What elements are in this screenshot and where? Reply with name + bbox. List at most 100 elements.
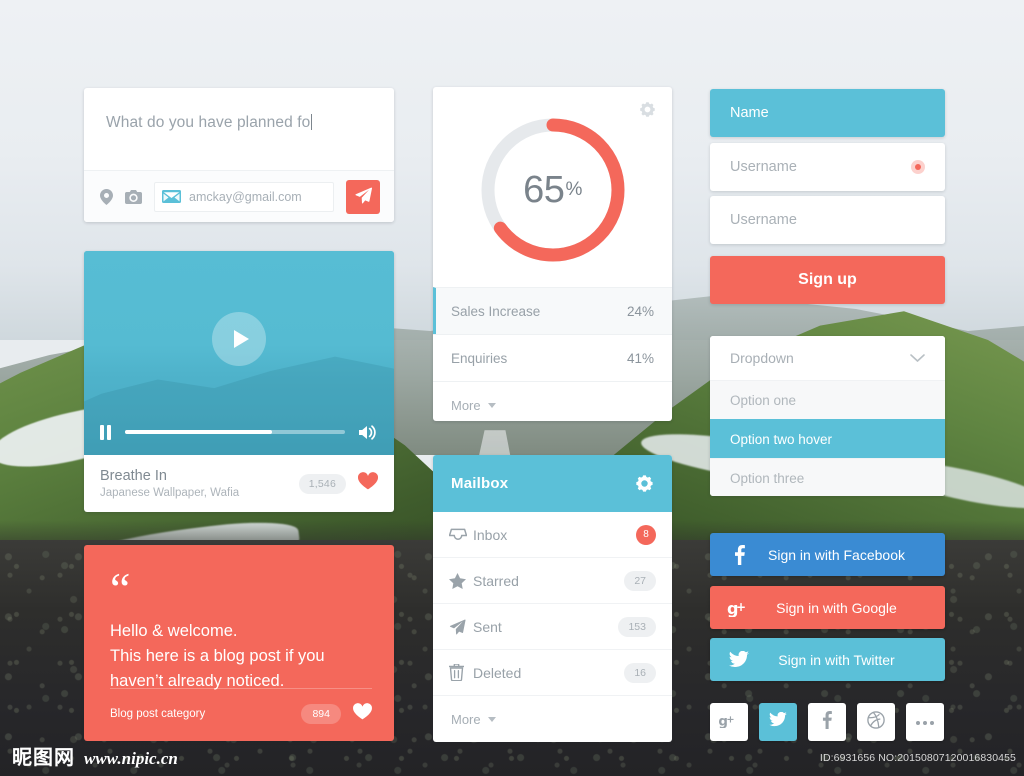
facebook-icon (822, 710, 832, 734)
email-value: amckay@gmail.com (189, 189, 302, 204)
seek-bar[interactable] (125, 430, 345, 434)
twitter-icon (769, 711, 787, 732)
percent-number: 65 (523, 168, 565, 211)
donut-chart-wrap: 65% (433, 87, 672, 287)
dropdown-option[interactable]: Option three (710, 458, 945, 496)
seek-progress (125, 430, 273, 434)
caret-down-icon (487, 717, 496, 722)
mailbox-row-sent[interactable]: Sent 153 (433, 604, 672, 650)
stat-row[interactable]: Enquiries 41% (433, 334, 672, 381)
username-field-2[interactable]: Username (710, 196, 945, 244)
dribbble-icon (867, 710, 885, 734)
play-button[interactable] (212, 312, 266, 366)
dropdown-option[interactable]: Option two hover (710, 419, 945, 458)
caret-down-icon (487, 402, 496, 408)
play-icon (234, 330, 249, 348)
trash-icon (449, 664, 473, 681)
stat-row-label: Sales Increase (451, 303, 541, 319)
heart-icon[interactable] (357, 472, 379, 495)
sign-in-google-label: Sign in with Google (776, 599, 897, 616)
mailbox-row-label: Starred (473, 572, 519, 589)
mailbox-more-label: More (451, 712, 481, 727)
sign-in-facebook-button[interactable]: Sign in with Facebook (710, 533, 945, 576)
sign-in-facebook-label: Sign in with Facebook (768, 546, 905, 563)
mailbox-more-button[interactable]: More (433, 696, 672, 743)
svg-text:+: + (736, 600, 746, 614)
username-field-1[interactable]: Username (710, 143, 945, 191)
compose-textarea[interactable]: What do you have planned fo (84, 88, 394, 132)
gear-icon[interactable] (639, 101, 656, 123)
stats-more-button[interactable]: More (433, 381, 672, 428)
svg-text:+: + (726, 714, 734, 725)
mailbox-row-inbox[interactable]: Inbox 8 (433, 512, 672, 558)
chevron-down-icon (910, 350, 925, 366)
sign-in-google-button[interactable]: g + Sign in with Google (710, 586, 945, 629)
map-pin-icon[interactable] (100, 188, 113, 205)
inbox-icon (449, 528, 473, 542)
stat-row-label: Enquiries (451, 350, 508, 366)
quote-mark-icon: “ (110, 563, 130, 614)
sign-up-button[interactable]: Sign up (710, 256, 945, 304)
name-field-value: Name (730, 105, 769, 121)
paper-plane-icon (354, 187, 372, 207)
watermark: 昵图网 www.nipic.cn (12, 741, 178, 770)
dropdown-options: Option one Option two hover Option three (710, 380, 945, 496)
heart-icon[interactable] (353, 703, 372, 725)
facebook-icon (710, 544, 768, 565)
watermark-brand: 昵图网 (12, 745, 75, 769)
stat-row-value: 24% (626, 303, 654, 319)
stat-row[interactable]: Sales Increase 24% (433, 287, 672, 334)
blog-post-text: Hello & welcome. This here is a blog pos… (84, 603, 394, 694)
social-square-facebook[interactable] (808, 703, 846, 741)
dropdown-option[interactable]: Option one (710, 380, 945, 419)
name-field[interactable]: Name (710, 89, 945, 137)
paper-plane-icon (449, 618, 473, 635)
stat-row-value: 41% (626, 350, 654, 366)
username-field-1-value: Username (730, 159, 797, 175)
mailbox-row-starred[interactable]: Starred 27 (433, 558, 672, 604)
blog-post-card: “ Hello & welcome. This here is a blog p… (84, 545, 394, 741)
social-square-more[interactable] (906, 703, 944, 741)
google-plus-icon: g + (718, 712, 740, 733)
text-cursor (311, 114, 313, 130)
social-square-dribbble[interactable] (857, 703, 895, 741)
mailbox-row-label: Sent (473, 618, 502, 635)
volume-icon[interactable] (359, 424, 378, 440)
email-input[interactable]: amckay@gmail.com (154, 181, 334, 212)
envelope-icon (162, 190, 181, 203)
mailbox-rows: Inbox 8 Starred 27 Sent 153 Deleted 16 (433, 512, 672, 696)
gear-icon[interactable] (635, 474, 654, 493)
mailbox-row-label: Inbox (473, 526, 508, 543)
compose-placeholder-text: What do you have planned fo (106, 114, 311, 131)
sign-in-twitter-label: Sign in with Twitter (778, 651, 895, 668)
twitter-icon (710, 651, 768, 668)
ellipsis-icon (915, 713, 935, 731)
star-icon (449, 572, 473, 589)
stats-more-label: More (451, 397, 481, 413)
dropdown-toggle[interactable]: Dropdown (710, 336, 945, 380)
record-dot-icon (911, 160, 925, 174)
blog-category[interactable]: Blog post category (110, 708, 205, 720)
mailbox-row-badge: 8 (636, 524, 656, 545)
google-plus-icon: g + (710, 599, 768, 617)
like-count: 1,546 (298, 473, 346, 494)
stat-rows: Sales Increase 24% Enquiries 41% (433, 287, 672, 381)
sign-in-twitter-button[interactable]: Sign in with Twitter (710, 638, 945, 681)
pause-icon (100, 424, 104, 440)
video-stage[interactable] (84, 251, 394, 455)
watermark-id-line: ID:6931656 NO:20150807120016830455 (819, 752, 1016, 764)
blog-line-1: Hello & welcome. (110, 621, 238, 640)
donut-percent-label: 65% (475, 112, 631, 268)
track-title: Breathe In (100, 467, 167, 484)
compose-toolbar: amckay@gmail.com (84, 170, 394, 222)
social-square-google-plus[interactable]: g + (710, 703, 748, 741)
camera-icon[interactable] (125, 189, 142, 204)
video-player-card: Breathe In Japanese Wallpaper, Wafia 1,5… (84, 251, 394, 512)
pause-button[interactable] (100, 424, 111, 440)
social-square-twitter[interactable] (759, 703, 797, 741)
send-button[interactable] (346, 179, 380, 214)
blog-like-count: 894 (301, 704, 341, 724)
mailbox-row-badge: 27 (624, 570, 656, 591)
mailbox-row-deleted[interactable]: Deleted 16 (433, 650, 672, 696)
track-artist: Japanese Wallpaper, Wafia (100, 487, 240, 500)
